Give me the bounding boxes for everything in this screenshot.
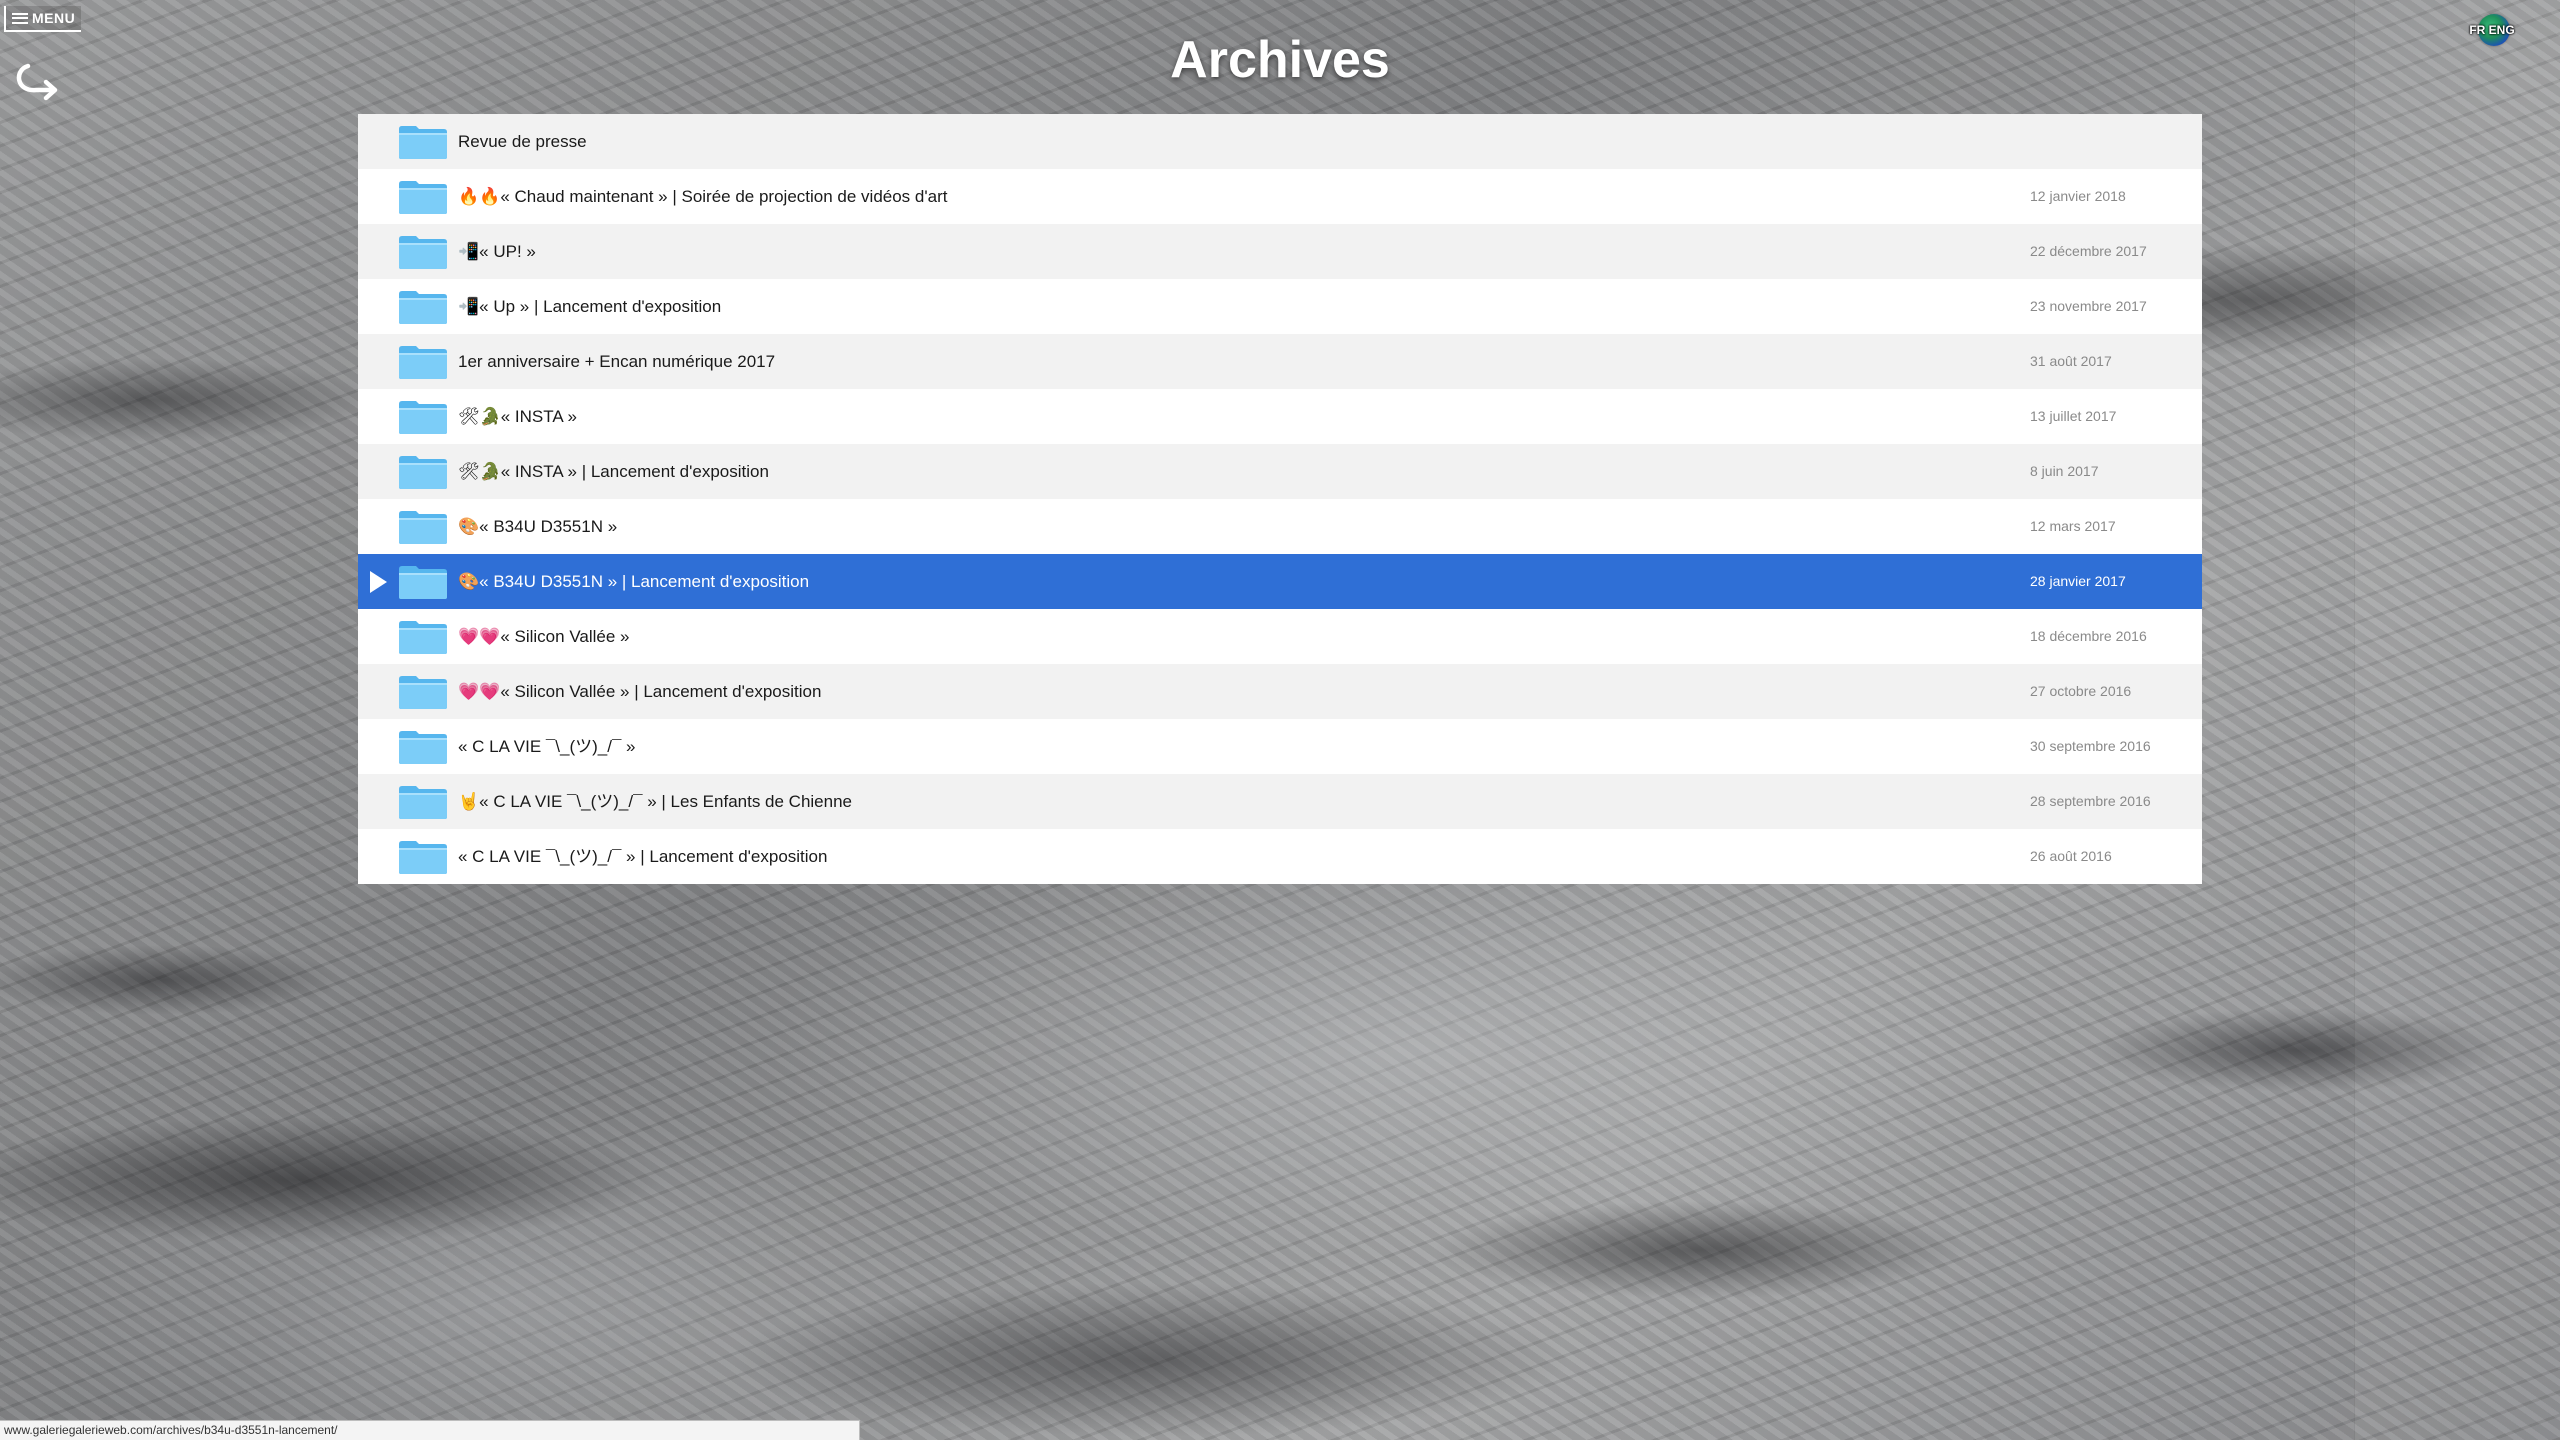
folder-icon	[398, 344, 448, 380]
folder-icon	[398, 839, 448, 875]
archive-row[interactable]: 💗💗« Silicon Vallée » 18 décembre 2016	[358, 609, 2202, 664]
archive-list: Revue de presse 🔥🔥« Chaud maintenant » | …	[358, 114, 2202, 884]
archive-title[interactable]: 🎨« B34U D3551N »	[458, 499, 617, 554]
archive-date: 12 janvier 2018	[2030, 188, 2126, 204]
folder-icon	[398, 124, 448, 160]
archive-title[interactable]: 📲« UP! »	[458, 224, 536, 279]
archive-row[interactable]: 📲« Up » | Lancement d'exposition 23 novem…	[358, 279, 2202, 334]
background-panel	[2354, 0, 2560, 1440]
folder-icon	[398, 179, 448, 215]
archive-date: 13 juillet 2017	[2030, 408, 2117, 424]
archive-title[interactable]: 📲« Up » | Lancement d'exposition	[458, 279, 721, 334]
archive-title[interactable]: 🔥🔥« Chaud maintenant » | Soirée de proje…	[458, 169, 947, 224]
archive-title[interactable]: 💗💗« Silicon Vallée » | Lancement d'expos…	[458, 664, 821, 719]
archive-date: 18 décembre 2016	[2030, 628, 2147, 644]
archive-row[interactable]: « C LA VIE ¯\_(ツ)_/¯ » 30 septembre 2016	[358, 719, 2202, 774]
folder-icon	[398, 289, 448, 325]
archive-row[interactable]: « C LA VIE ¯\_(ツ)_/¯ » | Lancement d'exp…	[358, 829, 2202, 884]
archive-title[interactable]: 🛠🐊« INSTA »	[458, 389, 577, 444]
archive-date: 30 septembre 2016	[2030, 738, 2151, 754]
archive-date: 22 décembre 2017	[2030, 243, 2147, 259]
folder-icon	[398, 564, 448, 600]
archive-title[interactable]: 🎨« B34U D3551N » | Lancement d'expositio…	[458, 554, 809, 609]
archive-date: 26 août 2016	[2030, 848, 2112, 864]
archive-row[interactable]: 🎨« B34U D3551N » | Lancement d'expositio…	[358, 554, 2202, 609]
folder-icon	[398, 674, 448, 710]
folder-icon	[398, 509, 448, 545]
play-arrow-icon	[368, 570, 388, 594]
archive-title[interactable]: 1er anniversaire + Encan numérique 2017	[458, 334, 775, 389]
archive-date: 28 janvier 2017	[2030, 573, 2126, 589]
hamburger-icon	[12, 12, 28, 24]
archive-row[interactable]: 📲« UP! » 22 décembre 2017	[358, 224, 2202, 279]
archive-title[interactable]: Revue de presse	[458, 114, 587, 169]
archive-row[interactable]: 💗💗« Silicon Vallée » | Lancement d'expos…	[358, 664, 2202, 719]
archive-row[interactable]: Revue de presse	[358, 114, 2202, 169]
archive-row[interactable]: 🛠🐊« INSTA » | Lancement d'exposition 8 ju…	[358, 444, 2202, 499]
archive-date: 28 septembre 2016	[2030, 793, 2151, 809]
archive-date: 27 octobre 2016	[2030, 683, 2132, 699]
archive-row[interactable]: 🎨« B34U D3551N » 12 mars 2017	[358, 499, 2202, 554]
folder-icon	[398, 399, 448, 435]
folder-icon	[398, 619, 448, 655]
status-bar-url: www.galeriegalerieweb.com/archives/b34u-…	[0, 1420, 860, 1440]
archive-row[interactable]: 🛠🐊« INSTA » 13 juillet 2017	[358, 389, 2202, 444]
folder-icon	[398, 234, 448, 270]
archive-date: 12 mars 2017	[2030, 518, 2116, 534]
archive-title[interactable]: 💗💗« Silicon Vallée »	[458, 609, 630, 664]
folder-icon	[398, 784, 448, 820]
archive-date: 8 juin 2017	[2030, 463, 2099, 479]
language-label: FR ENG	[2469, 23, 2515, 37]
archive-row[interactable]: 1er anniversaire + Encan numérique 2017 3…	[358, 334, 2202, 389]
menu-button[interactable]: MENU	[4, 6, 82, 32]
archive-date: 23 novembre 2017	[2030, 298, 2147, 314]
archive-title[interactable]: « C LA VIE ¯\_(ツ)_/¯ » | Lancement d'exp…	[458, 829, 827, 884]
archive-title[interactable]: 🤘« C LA VIE ¯\_(ツ)_/¯ » | Les Enfants de…	[458, 774, 852, 829]
archive-date: 31 août 2017	[2030, 353, 2112, 369]
archive-row[interactable]: 🤘« C LA VIE ¯\_(ツ)_/¯ » | Les Enfants de…	[358, 774, 2202, 829]
archive-title[interactable]: 🛠🐊« INSTA » | Lancement d'exposition	[458, 444, 769, 499]
folder-icon	[398, 454, 448, 490]
folder-icon	[398, 729, 448, 765]
archive-title[interactable]: « C LA VIE ¯\_(ツ)_/¯ »	[458, 719, 636, 774]
archive-row[interactable]: 🔥🔥« Chaud maintenant » | Soirée de proje…	[358, 169, 2202, 224]
page-title: Archives	[1170, 31, 1390, 89]
menu-label: MENU	[32, 10, 76, 26]
